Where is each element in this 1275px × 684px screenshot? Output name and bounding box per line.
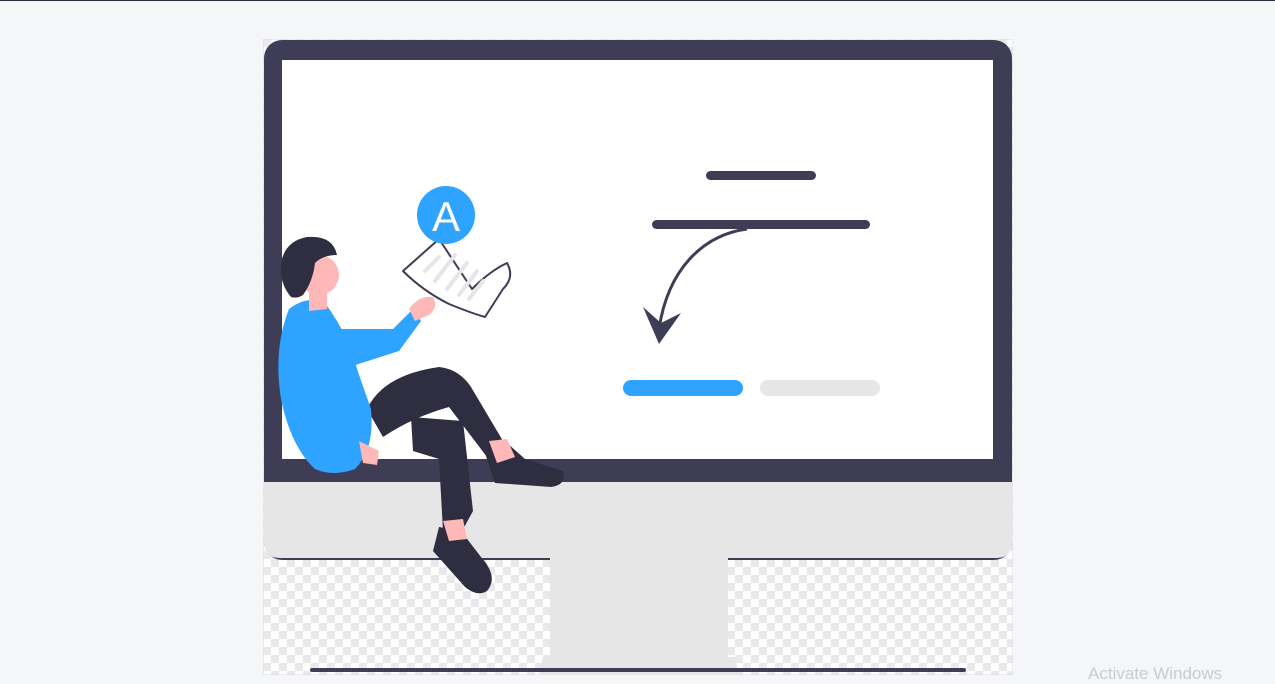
monitor-stand-base xyxy=(539,657,739,675)
grey-bar xyxy=(760,380,880,396)
desk-line xyxy=(310,668,966,672)
badge-letter: A xyxy=(432,193,460,240)
page-canvas: A Activate Windows xyxy=(0,0,1275,683)
monitor-stand-neck xyxy=(550,558,728,670)
monitor-chin xyxy=(264,482,1012,558)
monitor-illustration: A xyxy=(263,39,1013,675)
screen-title-line xyxy=(706,171,816,180)
accent-bar xyxy=(623,380,743,396)
screen-subtitle-line xyxy=(652,220,870,229)
activate-windows-watermark: Activate Windows xyxy=(1088,664,1223,683)
